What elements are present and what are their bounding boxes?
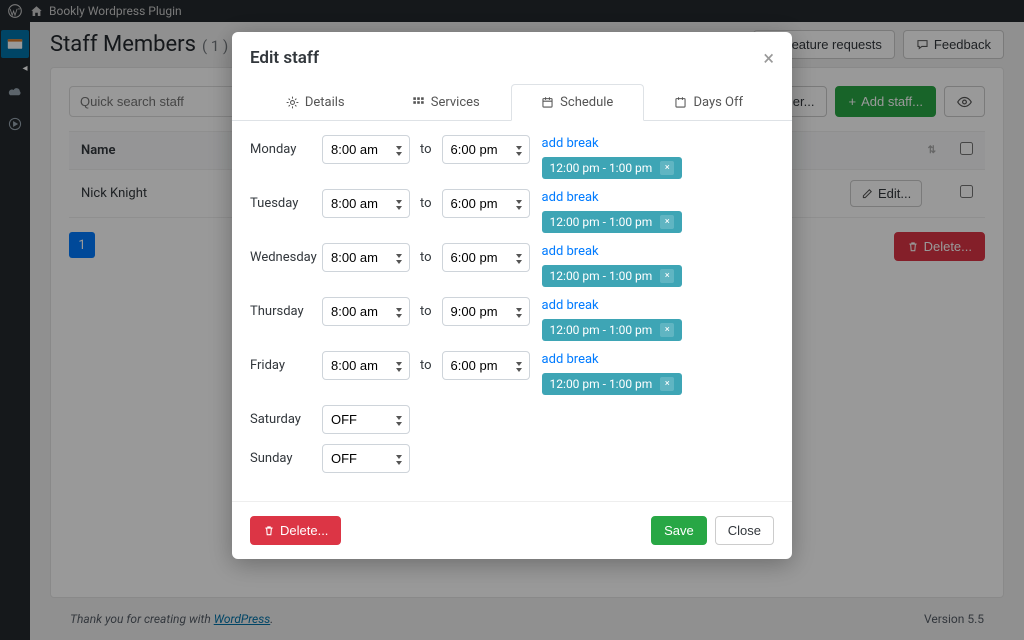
tab-schedule[interactable]: Schedule (511, 84, 644, 121)
gear-icon (286, 96, 299, 109)
day-label: Monday (250, 135, 322, 157)
tab-daysoff[interactable]: Days Off (644, 84, 775, 120)
tab-details[interactable]: Details (250, 84, 381, 120)
day-label: Wednesday (250, 243, 322, 265)
calendar-blank-icon (674, 96, 687, 109)
add-break-link[interactable]: add break (542, 297, 599, 313)
modal-delete-button[interactable]: Delete... (250, 516, 341, 545)
start-time-select[interactable]: 8:00 am (322, 351, 410, 380)
day-label: Friday (250, 351, 322, 373)
break-chip[interactable]: 12:00 pm - 1:00 pm× (542, 373, 683, 395)
day-row: SaturdayOFF (250, 405, 774, 434)
to-label: to (410, 351, 442, 380)
start-time-select[interactable]: OFF (322, 405, 410, 434)
remove-break-icon[interactable]: × (660, 323, 674, 337)
tab-services[interactable]: Services (381, 84, 512, 120)
add-break-link[interactable]: add break (542, 243, 599, 259)
calendar-icon (541, 96, 554, 109)
grid-icon (412, 96, 425, 109)
to-label: to (410, 189, 442, 218)
start-time-select[interactable]: 8:00 am (322, 243, 410, 272)
day-row: Wednesday8:00 amto6:00 pm add break 12:00 … (250, 243, 774, 287)
day-row: Thursday8:00 amto9:00 pm add break 12:00 p… (250, 297, 774, 341)
end-time-select[interactable]: 6:00 pm (442, 189, 530, 218)
end-time-select[interactable]: 6:00 pm (442, 243, 530, 272)
day-label: Sunday (250, 444, 322, 466)
to-label: to (410, 135, 442, 164)
end-time-select[interactable]: 6:00 pm (442, 351, 530, 380)
modal-tabs: Details Services Schedule Days Off (232, 84, 792, 121)
break-chip[interactable]: 12:00 pm - 1:00 pm× (542, 265, 683, 287)
start-time-select[interactable]: 8:00 am (322, 297, 410, 326)
remove-break-icon[interactable]: × (660, 215, 674, 229)
end-time-select[interactable]: 9:00 pm (442, 297, 530, 326)
break-chip[interactable]: 12:00 pm - 1:00 pm× (542, 157, 683, 179)
modal-title: Edit staff (250, 48, 319, 68)
close-button[interactable]: Close (715, 516, 774, 545)
save-button[interactable]: Save (651, 516, 707, 545)
trash-icon (263, 524, 275, 537)
day-label: Saturday (250, 405, 322, 427)
day-row: Monday8:00 amto6:00 pm add break 12:00 pm … (250, 135, 774, 179)
break-chip[interactable]: 12:00 pm - 1:00 pm× (542, 211, 683, 233)
to-label: to (410, 243, 442, 272)
start-time-select[interactable]: 8:00 am (322, 189, 410, 218)
day-label: Tuesday (250, 189, 322, 211)
day-row: Tuesday8:00 amto6:00 pm add break 12:00 pm… (250, 189, 774, 233)
close-icon[interactable]: × (763, 46, 774, 70)
to-label: to (410, 297, 442, 326)
remove-break-icon[interactable]: × (660, 377, 674, 391)
remove-break-icon[interactable]: × (660, 269, 674, 283)
add-break-link[interactable]: add break (542, 135, 599, 151)
add-break-link[interactable]: add break (542, 189, 599, 205)
remove-break-icon[interactable]: × (660, 161, 674, 175)
break-chip[interactable]: 12:00 pm - 1:00 pm× (542, 319, 683, 341)
day-label: Thursday (250, 297, 322, 319)
start-time-select[interactable]: 8:00 am (322, 135, 410, 164)
end-time-select[interactable]: 6:00 pm (442, 135, 530, 164)
day-row: Friday8:00 amto6:00 pm add break 12:00 pm … (250, 351, 774, 395)
edit-staff-modal: Edit staff × Details Services Schedule D… (232, 32, 792, 559)
day-row: SundayOFF (250, 444, 774, 473)
add-break-link[interactable]: add break (542, 351, 599, 367)
start-time-select[interactable]: OFF (322, 444, 410, 473)
